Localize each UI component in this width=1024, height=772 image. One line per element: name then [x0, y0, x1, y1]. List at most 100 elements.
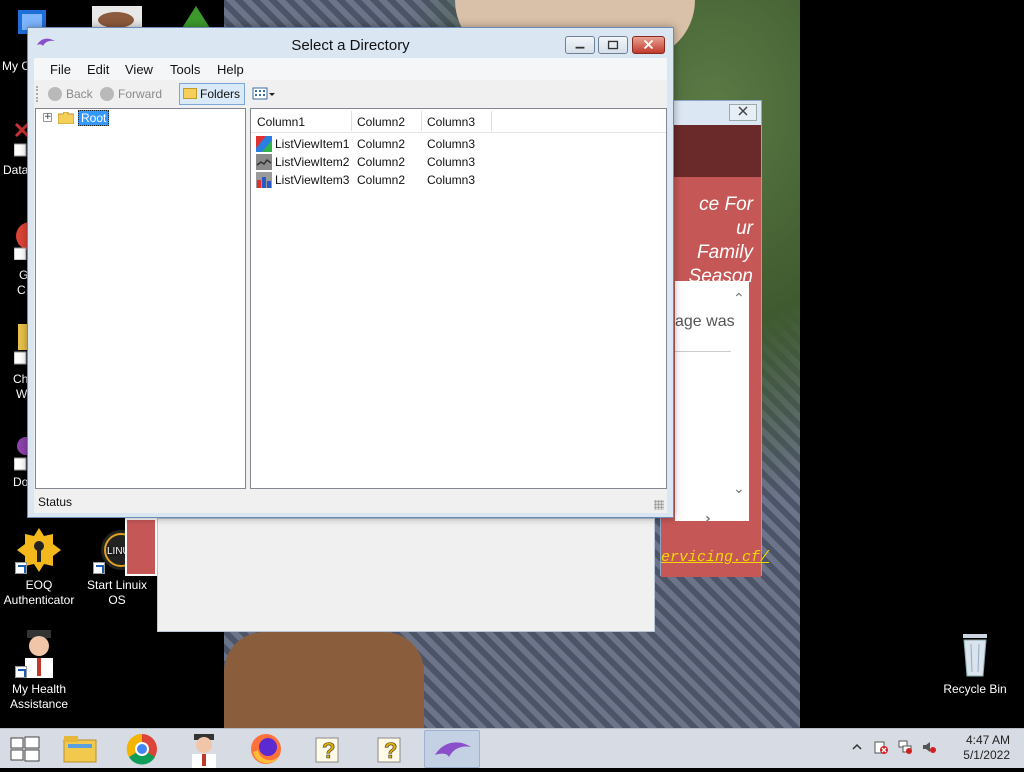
view-options-button[interactable] — [252, 87, 276, 101]
list-item-cell: Column2 — [357, 137, 406, 151]
chevron-right-icon[interactable]: › — [705, 511, 711, 527]
start-button[interactable] — [0, 729, 50, 769]
chevron-down-icon[interactable]: ⌄ — [733, 481, 745, 497]
firefox-icon — [251, 734, 281, 764]
close-button[interactable] — [632, 36, 665, 54]
column-separator[interactable] — [491, 111, 492, 131]
resize-grip[interactable] — [654, 500, 664, 510]
desktop-icon-label: Recycle Bin — [943, 682, 1007, 696]
minimize-button[interactable] — [565, 36, 595, 54]
list-item-name: ListViewItem2 — [275, 155, 350, 169]
column-header[interactable]: Column1 — [257, 115, 305, 129]
list-item-cell: Column3 — [427, 155, 476, 169]
doctor-avatar-icon — [15, 630, 63, 678]
list-item-cell: Column3 — [427, 173, 476, 187]
folder-icon — [58, 112, 74, 124]
restore-icon — [607, 40, 619, 50]
menu-edit[interactable]: Edit — [87, 62, 109, 77]
list-item-cell: Column2 — [357, 173, 406, 187]
background-browser-window[interactable]: ce For ur Family Season age was ⌃ ⌄ › er… — [660, 100, 769, 577]
background-window-edge — [125, 518, 157, 576]
column-separator[interactable] — [421, 111, 422, 131]
shortcut-arrow-icon — [15, 666, 27, 678]
list-item[interactable]: ListViewItem3 Column2 Column3 — [256, 171, 656, 189]
desktop-icon-label-clipped: Data — [3, 163, 29, 177]
taskbar-health-assistant[interactable] — [176, 730, 232, 768]
status-bar: Status — [34, 491, 667, 513]
taskbar: ? ? 4:47 AM 5/1/2022 — [0, 728, 1024, 768]
list-item[interactable]: ListViewItem2 Column2 Column3 — [256, 153, 656, 171]
clock-time: 4:47 AM — [965, 733, 1010, 747]
background-banner — [661, 125, 761, 177]
close-icon — [738, 106, 748, 116]
column-header[interactable]: Column2 — [357, 115, 405, 129]
windows-logo-icon — [10, 736, 40, 762]
maximize-button[interactable] — [598, 36, 628, 54]
select-directory-dialog[interactable]: Select a Directory File Edit View Tools … — [27, 27, 674, 518]
taskbar-help-app-2[interactable]: ? — [362, 730, 418, 768]
forward-button[interactable]: Forward — [100, 84, 162, 104]
background-close-button[interactable] — [729, 104, 757, 121]
dialog-titlebar[interactable]: Select a Directory — [28, 28, 673, 58]
menu-help[interactable]: Help — [217, 62, 244, 77]
folders-button[interactable]: Folders — [179, 83, 245, 105]
menu-bar: File Edit View Tools Help — [34, 58, 667, 80]
desktop-icon-label-clipped: W — [16, 387, 28, 401]
chevron-up-icon[interactable]: ⌃ — [733, 291, 745, 307]
menu-file[interactable]: File — [50, 62, 71, 77]
list-item-cell: Column2 — [357, 155, 406, 169]
folder-tree[interactable]: + Root — [35, 108, 246, 489]
wallpaper-detail — [224, 632, 424, 728]
menu-view[interactable]: View — [125, 62, 153, 77]
back-label: Back — [66, 87, 93, 101]
background-link[interactable]: ervicing.cf/ — [661, 549, 769, 566]
list-item[interactable]: ListViewItem1 Column2 Column3 — [256, 135, 656, 153]
toolbar: Back Forward Folders — [34, 82, 667, 106]
desktop-icon-label: EOQ Authenticator — [3, 578, 75, 607]
tree-node-root[interactable]: Root — [78, 110, 110, 126]
desktop-icon-recycle-bin[interactable]: Recycle Bin — [936, 630, 1014, 697]
volume-muted-icon[interactable] — [922, 740, 936, 754]
system-clock[interactable]: 4:47 AM 5/1/2022 — [944, 733, 1010, 763]
taskbar-firefox[interactable] — [238, 730, 294, 768]
back-arrow-icon — [48, 86, 62, 101]
taskbar-chrome[interactable] — [114, 730, 170, 768]
divider — [675, 351, 731, 352]
folder-icon — [183, 88, 197, 100]
column-separator[interactable] — [351, 111, 352, 131]
chrome-icon — [126, 733, 157, 765]
file-list[interactable]: Column1 Column2 Column3 ListViewItem1 Co… — [250, 108, 667, 489]
taskbar-file-explorer[interactable] — [52, 730, 108, 768]
shortcut-arrow-icon — [15, 562, 27, 574]
taskbar-active-app[interactable] — [424, 730, 480, 768]
desktop-icon-my-health-assistance[interactable]: My Health Assistance — [0, 630, 78, 712]
shortcut-arrow-icon — [93, 562, 105, 574]
system-tray — [850, 735, 950, 763]
expand-icon[interactable]: + — [43, 113, 52, 122]
tagline-line: ce For — [699, 194, 753, 215]
list-item-icon — [256, 154, 272, 170]
close-icon — [643, 39, 654, 50]
column-header[interactable]: Column3 — [427, 115, 475, 129]
list-item-name: ListViewItem3 — [275, 173, 350, 187]
network-icon[interactable] — [898, 740, 912, 754]
file-explorer-icon — [63, 736, 97, 763]
minimize-icon — [575, 46, 585, 49]
desktop-icon-label: Start Linuix OS — [86, 578, 148, 607]
taskbar-help-app-1[interactable]: ? — [300, 730, 356, 768]
desktop-icon-eoq-authenticator[interactable]: EOQ Authenticator — [0, 526, 78, 608]
forward-label: Forward — [118, 87, 163, 101]
background-window-titlebar[interactable] — [661, 101, 761, 125]
dialog-client-area: File Edit View Tools Help Back Forward F… — [34, 58, 667, 513]
back-button[interactable]: Back — [48, 84, 93, 104]
menu-tools[interactable]: Tools — [170, 62, 200, 77]
show-hidden-icons-chevron-icon[interactable] — [850, 740, 864, 754]
tagline-line: ur Family — [697, 218, 753, 263]
action-center-warning-icon[interactable] — [874, 740, 888, 754]
list-item-cell: Column3 — [427, 137, 476, 151]
background-window-lower[interactable] — [157, 518, 655, 632]
forward-arrow-icon — [100, 86, 114, 101]
toolbar-grip[interactable] — [36, 86, 38, 102]
key-badge-icon — [15, 526, 63, 574]
status-text: Status — [38, 495, 73, 509]
